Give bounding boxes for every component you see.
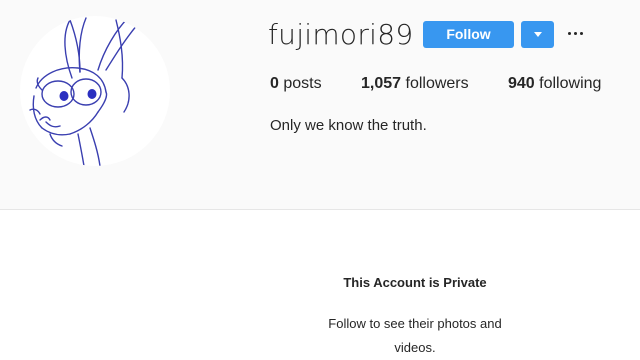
posts-count: 0 posts (270, 74, 322, 94)
chevron-down-icon (534, 32, 542, 37)
profile-header: fujimori89 Follow 0 posts 1,057 follower… (0, 0, 640, 210)
following-count-value: 940 (508, 75, 535, 92)
profile-page: fujimori89 Follow 0 posts 1,057 follower… (0, 0, 640, 360)
following-count[interactable]: 940 following (508, 74, 601, 94)
rabbit-sketch-icon (29, 17, 139, 166)
posts-count-value: 0 (270, 75, 279, 92)
profile-username: fujimori89 (268, 18, 414, 51)
avatar[interactable] (20, 16, 170, 166)
followers-count-value: 1,057 (361, 75, 402, 92)
private-account-message: Follow to see their photos and videos. (328, 316, 502, 355)
private-account-title: This Account is Private (343, 275, 487, 290)
following-count-label: following (539, 75, 602, 92)
more-options-button[interactable] (564, 24, 586, 44)
suggestions-dropdown-button[interactable] (521, 21, 554, 48)
followers-count[interactable]: 1,057 followers (361, 74, 469, 94)
followers-count-label: followers (405, 75, 469, 92)
follow-button[interactable]: Follow (423, 21, 514, 48)
posts-count-label: posts (283, 75, 322, 92)
profile-bio: Only we know the truth. (270, 117, 427, 134)
